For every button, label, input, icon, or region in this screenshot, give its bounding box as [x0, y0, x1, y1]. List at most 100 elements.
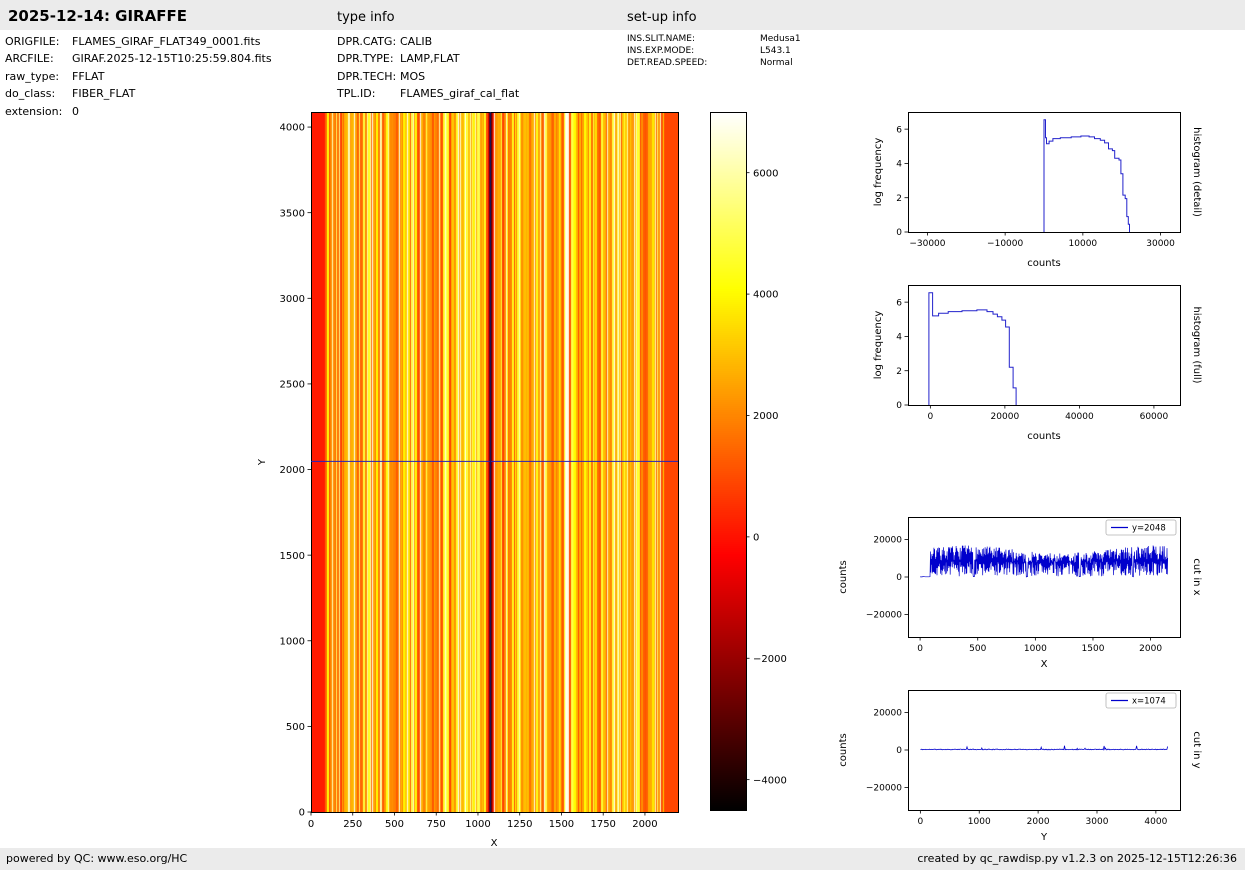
footer-bar: powered by QC: www.eso.org/HC created by… [0, 848, 1245, 870]
y-tick-label: 4 [896, 160, 902, 170]
x-tick-label: 2000 [1027, 817, 1050, 827]
x-tick-label: 10000 [1069, 239, 1098, 249]
colorbar-tick-label: 0 [753, 532, 759, 543]
header-bar: 2025-12-14: GIRAFFE type info set-up inf… [0, 0, 1245, 30]
meta-row: ORIGFILE:FLAMES_GIRAF_FLAT349_0001.fits [5, 33, 272, 50]
cut-x-side-label: cut in x [1191, 558, 1202, 595]
legend-box [1106, 520, 1176, 535]
x-tick-label: 500 [969, 644, 986, 654]
meta-value: MOS [400, 70, 425, 83]
x-tick-label: 1000 [968, 817, 991, 827]
x-tick-label: 0 [917, 644, 923, 654]
y-tick-label: 1500 [280, 551, 305, 562]
y-tick-label: 2500 [280, 380, 305, 391]
hist-detail-curve [1044, 120, 1130, 232]
cut-y-ylabel: counts [838, 733, 849, 766]
setup-info-heading: set-up info [627, 10, 697, 25]
y-tick-label: 3000 [280, 294, 305, 305]
y-tick-label: 20000 [873, 709, 902, 719]
meta-value: FLAMES_GIRAF_FLAT349_0001.fits [72, 35, 261, 48]
meta-row: INS.EXP.MODE:L543.1 [627, 45, 801, 57]
x-tick-label: 0 [927, 412, 933, 422]
meta-label: extension: [5, 103, 72, 120]
legend-label: y=2048 [1132, 524, 1166, 534]
meta-row: ARCFILE:GIRAF.2025-12-15T10:25:59.804.fi… [5, 50, 272, 67]
x-tick-label: 30000 [1146, 239, 1175, 249]
cut-y-xlabel: Y [1040, 832, 1048, 843]
footer-powered-by: powered by QC: www.eso.org/HC [6, 852, 187, 865]
meta-row: raw_type:FFLAT [5, 68, 272, 85]
meta-value: FIBER_FLAT [72, 87, 135, 100]
x-tick-label: 3000 [1086, 817, 1109, 827]
x-tick-label: 40000 [1065, 412, 1094, 422]
cut-y-side-label: cut in y [1191, 731, 1202, 768]
x-tick-label: 500 [385, 819, 404, 830]
x-tick-label: −10000 [987, 239, 1023, 249]
meta-value: CALIB [400, 35, 432, 48]
x-tick-label: 750 [427, 819, 446, 830]
cut-y-curve [920, 746, 1167, 750]
y-tick-label: 6 [896, 298, 902, 308]
x-tick-label: 1500 [549, 819, 574, 830]
meta-row: DPR.CATG:CALIB [337, 33, 519, 50]
y-tick-label: 4 [896, 333, 902, 343]
meta-value: LAMP,FLAT [400, 52, 460, 65]
meta-label: DPR.CATG: [337, 33, 400, 50]
y-tick-label: 6 [896, 125, 902, 135]
meta-row: TPL.ID:FLAMES_giraf_cal_flat [337, 85, 519, 102]
meta-label: do_class: [5, 85, 72, 102]
setup-info-block: INS.SLIT.NAME:Medusa1INS.EXP.MODE:L543.1… [627, 33, 801, 69]
meta-row: INS.SLIT.NAME:Medusa1 [627, 33, 801, 45]
y-tick-label: 1000 [280, 636, 305, 647]
x-tick-label: 2000 [1139, 644, 1162, 654]
hist-detail-ylabel: log frequency [873, 138, 884, 207]
meta-label: INS.EXP.MODE: [627, 45, 760, 57]
hist-detail-side-label: histogram (detail) [1191, 127, 1202, 217]
y-tick-label: 3500 [280, 208, 305, 219]
hist-full-frame [909, 286, 1181, 406]
meta-label: DPR.TYPE: [337, 50, 400, 67]
x-tick-label: 4000 [1144, 817, 1167, 827]
meta-label: raw_type: [5, 68, 72, 85]
meta-value: Medusa1 [760, 34, 801, 44]
x-tick-label: 250 [343, 819, 362, 830]
type-info-heading: type info [337, 10, 395, 25]
y-tick-label: 2 [896, 367, 902, 377]
hist-detail-frame [909, 113, 1181, 233]
x-tick-label: 1750 [590, 819, 615, 830]
colorbar-tick-label: −4000 [753, 775, 787, 786]
colorbar-tick-label: −2000 [753, 654, 787, 665]
qc-report-page: 2025-12-14: GIRAFFE type info set-up inf… [0, 0, 1245, 870]
hist-full-ylabel: log frequency [873, 311, 884, 380]
colorbar-tick-label: 2000 [753, 411, 778, 422]
meta-row: extension:0 [5, 103, 272, 120]
meta-row: DPR.TECH:MOS [337, 68, 519, 85]
meta-value: FLAMES_giraf_cal_flat [400, 87, 519, 100]
meta-label: DET.READ.SPEED: [627, 57, 760, 69]
x-tick-label: 1000 [465, 819, 490, 830]
y-tick-label: 2 [896, 194, 902, 204]
cut-x-frame [909, 518, 1181, 638]
meta-value: FFLAT [72, 70, 104, 83]
colorbar-canvas [710, 112, 746, 810]
x-tick-label: −30000 [909, 239, 945, 249]
x-tick-label: 20000 [991, 412, 1020, 422]
x-tick-label: 0 [917, 817, 923, 827]
raw-image-canvas [311, 112, 678, 812]
meta-value: GIRAF.2025-12-15T10:25:59.804.fits [72, 52, 272, 65]
cut-x-curve [920, 546, 1168, 577]
legend-label: x=1074 [1132, 697, 1166, 707]
y-tick-label: −20000 [866, 784, 902, 794]
y-tick-label: 0 [896, 401, 902, 411]
meta-label: INS.SLIT.NAME: [627, 33, 760, 45]
x-tick-label: 1250 [507, 819, 532, 830]
y-tick-label: 0 [299, 808, 305, 819]
meta-value: 0 [72, 105, 79, 118]
meta-value: L543.1 [760, 46, 791, 56]
y-tick-label: 0 [896, 228, 902, 238]
meta-label: ARCFILE: [5, 50, 72, 67]
meta-label: ORIGFILE: [5, 33, 72, 50]
y-tick-label: 2000 [280, 465, 305, 476]
page-title: 2025-12-14: GIRAFFE [8, 7, 187, 25]
meta-row: DPR.TYPE:LAMP,FLAT [337, 50, 519, 67]
